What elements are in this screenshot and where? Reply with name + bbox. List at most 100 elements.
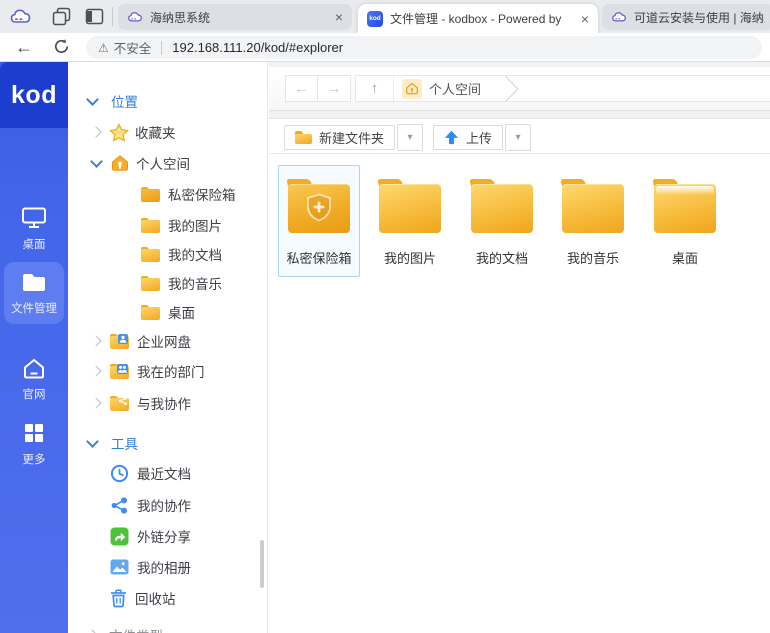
tree-item-external-share[interactable]: 外链分享 — [68, 523, 268, 549]
chevron-right-icon[interactable] — [90, 365, 101, 376]
tab-title: 文件管理 - kodbox - Powered by — [390, 10, 575, 27]
tab-close-icon[interactable]: × — [581, 12, 589, 26]
chevron-down-icon[interactable] — [90, 155, 103, 168]
tab-title: 海纳思系统 — [150, 9, 329, 26]
back-button[interactable]: ← — [285, 75, 318, 102]
safe-folder-icon — [288, 179, 350, 233]
chevron-right-icon[interactable] — [90, 126, 101, 137]
tree-item-shared-with-me[interactable]: 与我协作 — [68, 390, 268, 416]
history-nav-group: ← → — [285, 75, 351, 102]
file-name: 我的音乐 — [553, 248, 633, 267]
url-text[interactable]: 192.168.111.20/kod/#explorer — [172, 40, 343, 55]
tree-item-my-department[interactable]: 我在的部门 — [68, 358, 268, 384]
tree-item-recycle-bin[interactable]: 回收站 — [68, 585, 268, 611]
folder-icon — [141, 247, 160, 262]
tree-item-enterprise-disk[interactable]: 企业网盘 — [68, 328, 268, 354]
new-folder-button[interactable]: 新建文件夹 — [284, 125, 395, 150]
appbar-item-website[interactable]: 官网 — [0, 358, 68, 402]
folder-icon — [379, 179, 441, 233]
tree-item-favorites[interactable]: 收藏夹 — [68, 119, 268, 145]
file-name: 桌面 — [645, 248, 725, 267]
file-tile-desktop[interactable]: 桌面 — [644, 165, 726, 277]
vertical-tabs-icon[interactable] — [85, 7, 104, 26]
tab-kodbox-file-manager[interactable]: kod 文件管理 - kodbox - Powered by × — [358, 4, 598, 33]
file-tile-safe-box[interactable]: 私密保险箱 — [278, 165, 360, 277]
kod-favicon: kod — [367, 11, 383, 27]
section-tools[interactable]: 工具 — [68, 430, 268, 456]
path-toolbar: ← → ↑ 个人空间 — [269, 67, 770, 111]
header-gap-strip — [269, 111, 770, 119]
action-toolbar: 新建文件夹 ▾ 上传 ▾ — [269, 119, 770, 154]
tree-scrollbar-thumb[interactable] — [260, 540, 264, 588]
tree-item-personal-space[interactable]: 个人空间 — [68, 150, 268, 176]
home-icon — [110, 154, 130, 172]
browser-tab-strip: 海纳思系统 × kod 文件管理 - kodbox - Powered by ×… — [0, 0, 770, 33]
forward-button[interactable]: → — [318, 75, 351, 102]
tree-item-safe-box[interactable]: 私密保险箱 — [68, 181, 268, 207]
tab-hinas-system[interactable]: 海纳思系统 × — [118, 4, 352, 30]
chevron-down-icon[interactable] — [86, 435, 99, 448]
upload-button[interactable]: 上传 — [433, 125, 503, 150]
tree-item-my-collaboration[interactable]: 我的协作 — [68, 492, 268, 518]
folder-icon — [295, 131, 312, 144]
folder-icon — [141, 276, 160, 291]
share-nodes-icon — [110, 496, 129, 515]
file-name: 私密保险箱 — [279, 248, 359, 267]
not-secure-warning-icon: ⚠ — [98, 41, 109, 55]
file-tile-my-pictures[interactable]: 我的图片 — [369, 165, 451, 277]
folder-icon — [141, 218, 160, 233]
safe-folder-icon — [141, 187, 160, 202]
chevron-right-icon[interactable] — [90, 397, 101, 408]
folder-icon — [141, 305, 160, 320]
trash-icon — [110, 589, 127, 608]
chevron-down-icon[interactable] — [86, 93, 99, 106]
tab-close-icon[interactable]: × — [335, 10, 343, 24]
breadcrumb-location[interactable]: 个人空间 — [429, 79, 481, 98]
tree-item-my-pictures[interactable]: 我的图片 — [68, 212, 268, 238]
folder-icon — [21, 272, 47, 293]
shield-plus-icon — [306, 193, 332, 227]
browser-back-icon[interactable]: ← — [15, 37, 33, 58]
tree-item-recent-docs[interactable]: 最近文档 — [68, 460, 268, 486]
breadcrumb-separator-icon — [493, 76, 518, 101]
section-location[interactable]: 位置 — [68, 88, 268, 114]
appbar-item-label: 桌面 — [0, 236, 68, 252]
appbar-item-desktop[interactable]: 桌面 — [0, 207, 68, 252]
star-icon — [109, 123, 129, 142]
tab-kodcloud-docs[interactable]: 可道云安装与使用 | 海纳思 — [602, 4, 770, 30]
address-field[interactable]: ⚠ 不安全 192.168.111.20/kod/#explorer — [86, 36, 762, 59]
upload-dropdown-button[interactable]: ▾ — [505, 124, 531, 151]
up-button[interactable]: ↑ — [356, 76, 394, 101]
cloud-favicon — [611, 9, 627, 25]
address-divider — [161, 41, 162, 55]
file-tile-my-documents[interactable]: 我的文档 — [461, 165, 543, 277]
tree-item-my-albums[interactable]: 我的相册 — [68, 554, 268, 580]
kod-logo[interactable]: kod — [0, 62, 68, 128]
browser-refresh-icon[interactable] — [53, 38, 70, 60]
file-tile-my-music[interactable]: 我的音乐 — [552, 165, 634, 277]
chevron-right-icon[interactable] — [86, 629, 97, 633]
folder-tree-panel: 位置 收藏夹 个人空间 私密保险箱 我的图片 我的文档 — [68, 62, 268, 633]
chevron-right-icon[interactable] — [90, 335, 101, 346]
appbar-item-label: 更多 — [0, 451, 68, 467]
appbar-item-label: 官网 — [0, 386, 68, 402]
grid-icon — [23, 422, 45, 444]
folder-share-icon — [110, 396, 129, 411]
forward-arrow-icon: → — [327, 80, 342, 97]
browser-app-icon[interactable] — [9, 5, 32, 28]
not-secure-label[interactable]: 不安全 — [114, 38, 152, 57]
breadcrumb-home-icon[interactable] — [402, 79, 422, 99]
appbar-item-more[interactable]: 更多 — [0, 422, 68, 467]
appbar-item-file-manager[interactable]: 文件管理 — [4, 262, 64, 324]
breadcrumb-bar: ↑ 个人空间 — [355, 75, 770, 102]
tree-item-my-documents[interactable]: 我的文档 — [68, 241, 268, 267]
new-folder-dropdown-button[interactable]: ▾ — [397, 124, 423, 151]
desktop-folder-icon — [654, 179, 716, 233]
section-file-types[interactable]: 文件类型 — [68, 622, 268, 633]
caret-down-icon: ▾ — [516, 132, 521, 143]
tree-item-my-music[interactable]: 我的音乐 — [68, 270, 268, 296]
clock-icon — [110, 464, 129, 483]
workspaces-icon[interactable] — [52, 7, 71, 26]
external-link-icon — [110, 527, 129, 546]
tree-item-desktop-folder[interactable]: 桌面 — [68, 299, 268, 325]
